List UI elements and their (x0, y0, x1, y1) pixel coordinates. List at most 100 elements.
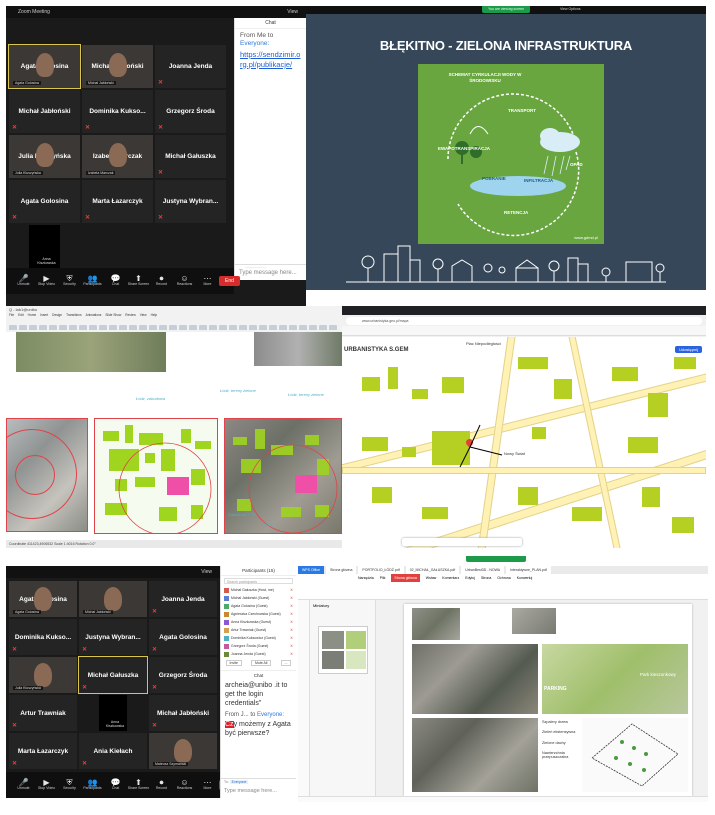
participant-tile[interactable]: Ania Kiełach ✕ (78, 732, 148, 770)
ribbon-tab[interactable]: Plik (380, 574, 386, 582)
view-button[interactable]: View (287, 6, 298, 18)
menu-item[interactable]: Slide Show (105, 313, 121, 317)
toolbar-unmute-button[interactable]: 🎤 Unmute (12, 274, 35, 288)
participant-tile[interactable]: Mateusz Szymański (148, 732, 218, 770)
toolbar-record-button[interactable]: ⏺ Record (150, 274, 173, 288)
toolbar-unmute-button[interactable]: 🎤 Unmute (12, 778, 35, 792)
end-meeting-button[interactable]: End (219, 276, 240, 286)
participant-row[interactable]: Anna Kiszkowska (Guest) ✕ (221, 618, 296, 626)
toolbar-security-button[interactable]: ⛨ Security (58, 778, 81, 792)
menu-item[interactable]: Help (151, 313, 158, 317)
participant-tile[interactable]: Michał Jabłoński ✕ (148, 694, 218, 732)
menu-item[interactable]: Transitions (66, 313, 81, 317)
participant-row[interactable]: Grzegorz Środa (Guest) ✕ (221, 642, 296, 650)
participant-tile[interactable]: Michał Jabłoński Michał Jabłoński (81, 44, 154, 89)
document-tab[interactable]: PORTFOLIO_ŁÓDŹ.pdf (358, 566, 404, 574)
participant-row[interactable]: Agata Golosina (Guest) ✕ (221, 602, 296, 610)
participant-row[interactable]: Michał Gałuszka (Host, me) ✕ (221, 586, 296, 594)
toolbar-participants-button[interactable]: 👥 Participants (81, 778, 104, 792)
participant-tile[interactable]: Joanna Jenda ✕ (154, 44, 227, 89)
toolbar-share-screen-button[interactable]: ⬆ Share Screen (127, 778, 150, 792)
ribbon-tab[interactable]: Konwertuj (517, 574, 533, 582)
drawing-toolbar[interactable] (402, 538, 522, 546)
participant-tile[interactable]: Agata Golosina Agata Golosina (8, 580, 78, 618)
participant-tile[interactable]: Michał Gałuszka ✕ (78, 656, 148, 694)
toolbar-more-button[interactable]: ⋯ More (196, 274, 219, 288)
participant-tile[interactable]: Justyna Wybran... ✕ (154, 179, 227, 224)
menu-item[interactable]: View (140, 313, 147, 317)
ribbon-tab[interactable]: Strona główna (391, 574, 420, 582)
share-button[interactable]: Udostępnij (675, 346, 702, 353)
participant-tile[interactable]: Anna Kiszkowska (28, 224, 61, 269)
menu-item[interactable]: Animations (86, 313, 102, 317)
participant-tile[interactable]: Artur Trawniak ✕ (8, 694, 78, 732)
participant-tile[interactable]: Agata Golosina ✕ (8, 179, 81, 224)
document-tab[interactable]: 02_MICHAŁ_GAŁUSZKA.pdf (405, 566, 460, 574)
participant-tile[interactable]: Michał Jabłoński ✕ (8, 89, 81, 134)
participant-tile[interactable]: Agata Golosina ✕ (148, 618, 218, 656)
document-tab[interactable]: Strona główna (326, 566, 357, 574)
mute-all-button[interactable]: Mute All (250, 660, 272, 666)
participant-row[interactable]: Agnieszka Czechowska (Guest) ✕ (221, 610, 296, 618)
participant-tile[interactable]: Anna Kiszkowska (98, 694, 128, 732)
ribbon-tab[interactable]: Wstaw (426, 574, 437, 582)
menu-item[interactable]: Review (125, 313, 135, 317)
document-tab[interactable]: UrbanBest3D - NOWA (461, 566, 505, 574)
chat-link[interactable]: https://sendzimir.org.pl/publikacje/ (240, 50, 301, 70)
chat-input[interactable]: Type message here... (234, 268, 306, 280)
invite-button[interactable]: Invite (225, 660, 242, 666)
participant-tile[interactable]: Dominika Kukso... ✕ (8, 618, 78, 656)
qgis-toolbar[interactable] (6, 318, 342, 330)
menu-item[interactable]: Home (28, 313, 37, 317)
ribbon-tab[interactable]: Ochrona (497, 574, 510, 582)
participant-row[interactable]: Dominika Kuksowicz (Guest) ✕ (221, 634, 296, 642)
toolbar-stop-video-button[interactable]: ▶ Stop Video (35, 778, 58, 792)
participant-tile[interactable]: Julia KluszyńskaJulia Kluszyńska (8, 134, 81, 179)
participant-tile[interactable]: Joanna Jenda ✕ (148, 580, 218, 618)
toolbar-chat-button[interactable]: 💬 Chat (104, 778, 127, 792)
view-options-button[interactable]: View Options (560, 6, 581, 13)
map-canvas[interactable]: Nowy Świat Plac Niepodległości (342, 337, 706, 548)
chat-recipient-select-2[interactable]: Everyone (229, 780, 249, 784)
pdf-page[interactable]: PARKING Park kieszonkowy Szpalery drzew … (404, 604, 692, 796)
ribbon-tab[interactable]: Narzędzia (358, 574, 374, 582)
toolbar-reactions-button[interactable]: ☺ Reactions (173, 778, 196, 792)
qgis-canvas[interactable]: Łódź, tereny zielone Łódź, tereny zielon… (6, 332, 342, 540)
menu-item[interactable]: Insert (40, 313, 48, 317)
participant-tile[interactable]: Marta Łazarczyk ✕ (8, 732, 78, 770)
ribbon-tab[interactable]: Komentarz (442, 574, 459, 582)
participant-tile[interactable]: Marta Łazarczyk ✕ (81, 179, 154, 224)
document-tab[interactable]: WPS Office (298, 566, 325, 574)
address-bar[interactable]: www.urbanistyka.geo.pl/mapa (346, 317, 702, 325)
toolbar-participants-button[interactable]: 👥 Participants (81, 274, 104, 288)
participant-row[interactable]: Artur Trawniak (Guest) ✕ (221, 626, 296, 634)
toolbar-more-button[interactable]: ⋯ More (196, 778, 219, 792)
more-participants-button[interactable]: ... (280, 660, 292, 666)
ribbon-tab[interactable]: Strona (481, 574, 491, 582)
participant-row[interactable]: Michał Jabłoński (Guest) ✕ (221, 594, 296, 602)
toolbar-stop-video-button[interactable]: ▶ Stop Video (35, 274, 58, 288)
page-thumbnail[interactable] (318, 626, 368, 674)
toolbar-share-screen-button[interactable]: ⬆ Share Screen (127, 274, 150, 288)
ribbon-tab[interactable]: Edytuj (465, 574, 475, 582)
toolbar-record-button[interactable]: ⏺ Record (150, 778, 173, 792)
ribbon-toolbar[interactable] (298, 582, 708, 600)
menu-item[interactable]: Design (52, 313, 62, 317)
participant-tile[interactable]: Izabela Marczak Izabela Marczak (81, 134, 154, 179)
participant-tile[interactable]: Agata Golosina Agata Golosina (8, 44, 81, 89)
participant-tile[interactable]: Dominika Kukso... ✕ (81, 89, 154, 134)
participant-tile[interactable]: Julia Kluszyńska (8, 656, 78, 694)
menu-item[interactable]: Edit (18, 313, 24, 317)
toolbar-security-button[interactable]: ⛨ Security (58, 274, 81, 288)
participant-tile[interactable]: Michał Gałuszka ✕ (154, 134, 227, 179)
participant-row[interactable]: Joanna Jenda (Guest) ✕ (221, 650, 296, 658)
participant-tile[interactable]: Justyna Wybran... ✕ (78, 618, 148, 656)
chat-input-2[interactable]: Type message here... (221, 786, 296, 798)
menu-item[interactable]: File (9, 313, 14, 317)
document-tab[interactable]: Interaktywne_PLAN.pdf (506, 566, 551, 574)
toolbar-reactions-button[interactable]: ☺ Reactions (173, 274, 196, 288)
participant-tile[interactable]: Grzegorz Środa ✕ (148, 656, 218, 694)
view-button-2[interactable]: View (201, 566, 212, 578)
participant-tile[interactable]: Michał Jabłoński (78, 580, 148, 618)
participant-search[interactable]: Search participants (224, 578, 293, 584)
